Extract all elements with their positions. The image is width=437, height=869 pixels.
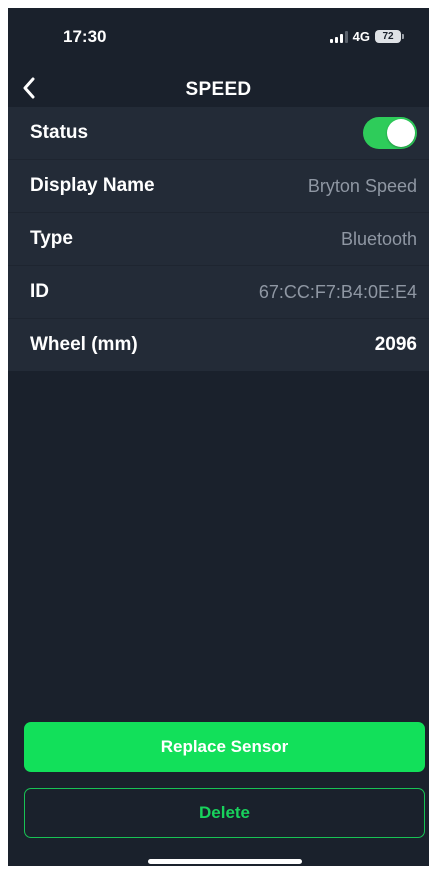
type-label: Type xyxy=(30,228,73,249)
toggle-knob xyxy=(387,119,415,147)
page-title: SPEED xyxy=(185,79,252,100)
sensor-settings-list: Status Display Name Bryton Speed Type Bl… xyxy=(8,107,429,371)
status-row: Status xyxy=(8,107,429,160)
phone-screen: 17:30 4G 72 SPEED Status Display Name Br… xyxy=(8,8,429,866)
status-time: 17:30 xyxy=(63,27,107,46)
wheel-value: 2096 xyxy=(374,334,417,355)
status-label: Status xyxy=(30,122,89,143)
type-value: Bluetooth xyxy=(340,228,417,249)
network-label: 4G xyxy=(352,29,370,44)
display-name-label: Display Name xyxy=(30,175,155,196)
status-toggle[interactable] xyxy=(363,117,417,149)
signal-bars-icon xyxy=(329,30,348,43)
type-row: Type Bluetooth xyxy=(8,213,429,266)
battery-level: 72 xyxy=(382,31,394,42)
wheel-row[interactable]: Wheel (mm) 2096 xyxy=(8,319,429,371)
wheel-label: Wheel (mm) xyxy=(30,334,138,355)
home-indicator[interactable] xyxy=(148,859,302,864)
status-bar: 17:30 4G 72 xyxy=(8,8,429,66)
battery-icon: 72 xyxy=(375,30,404,43)
status-indicators: 4G 72 xyxy=(329,29,404,44)
nav-bar: SPEED xyxy=(8,66,429,110)
id-row: ID 67:CC:F7:B4:0E:E4 xyxy=(8,266,429,319)
id-label: ID xyxy=(30,281,49,302)
replace-sensor-button[interactable]: Replace Sensor xyxy=(24,722,425,772)
id-value: 67:CC:F7:B4:0E:E4 xyxy=(258,281,417,302)
delete-button[interactable]: Delete xyxy=(24,788,425,838)
display-name-row[interactable]: Display Name Bryton Speed xyxy=(8,160,429,213)
display-name-value: Bryton Speed xyxy=(307,175,417,196)
